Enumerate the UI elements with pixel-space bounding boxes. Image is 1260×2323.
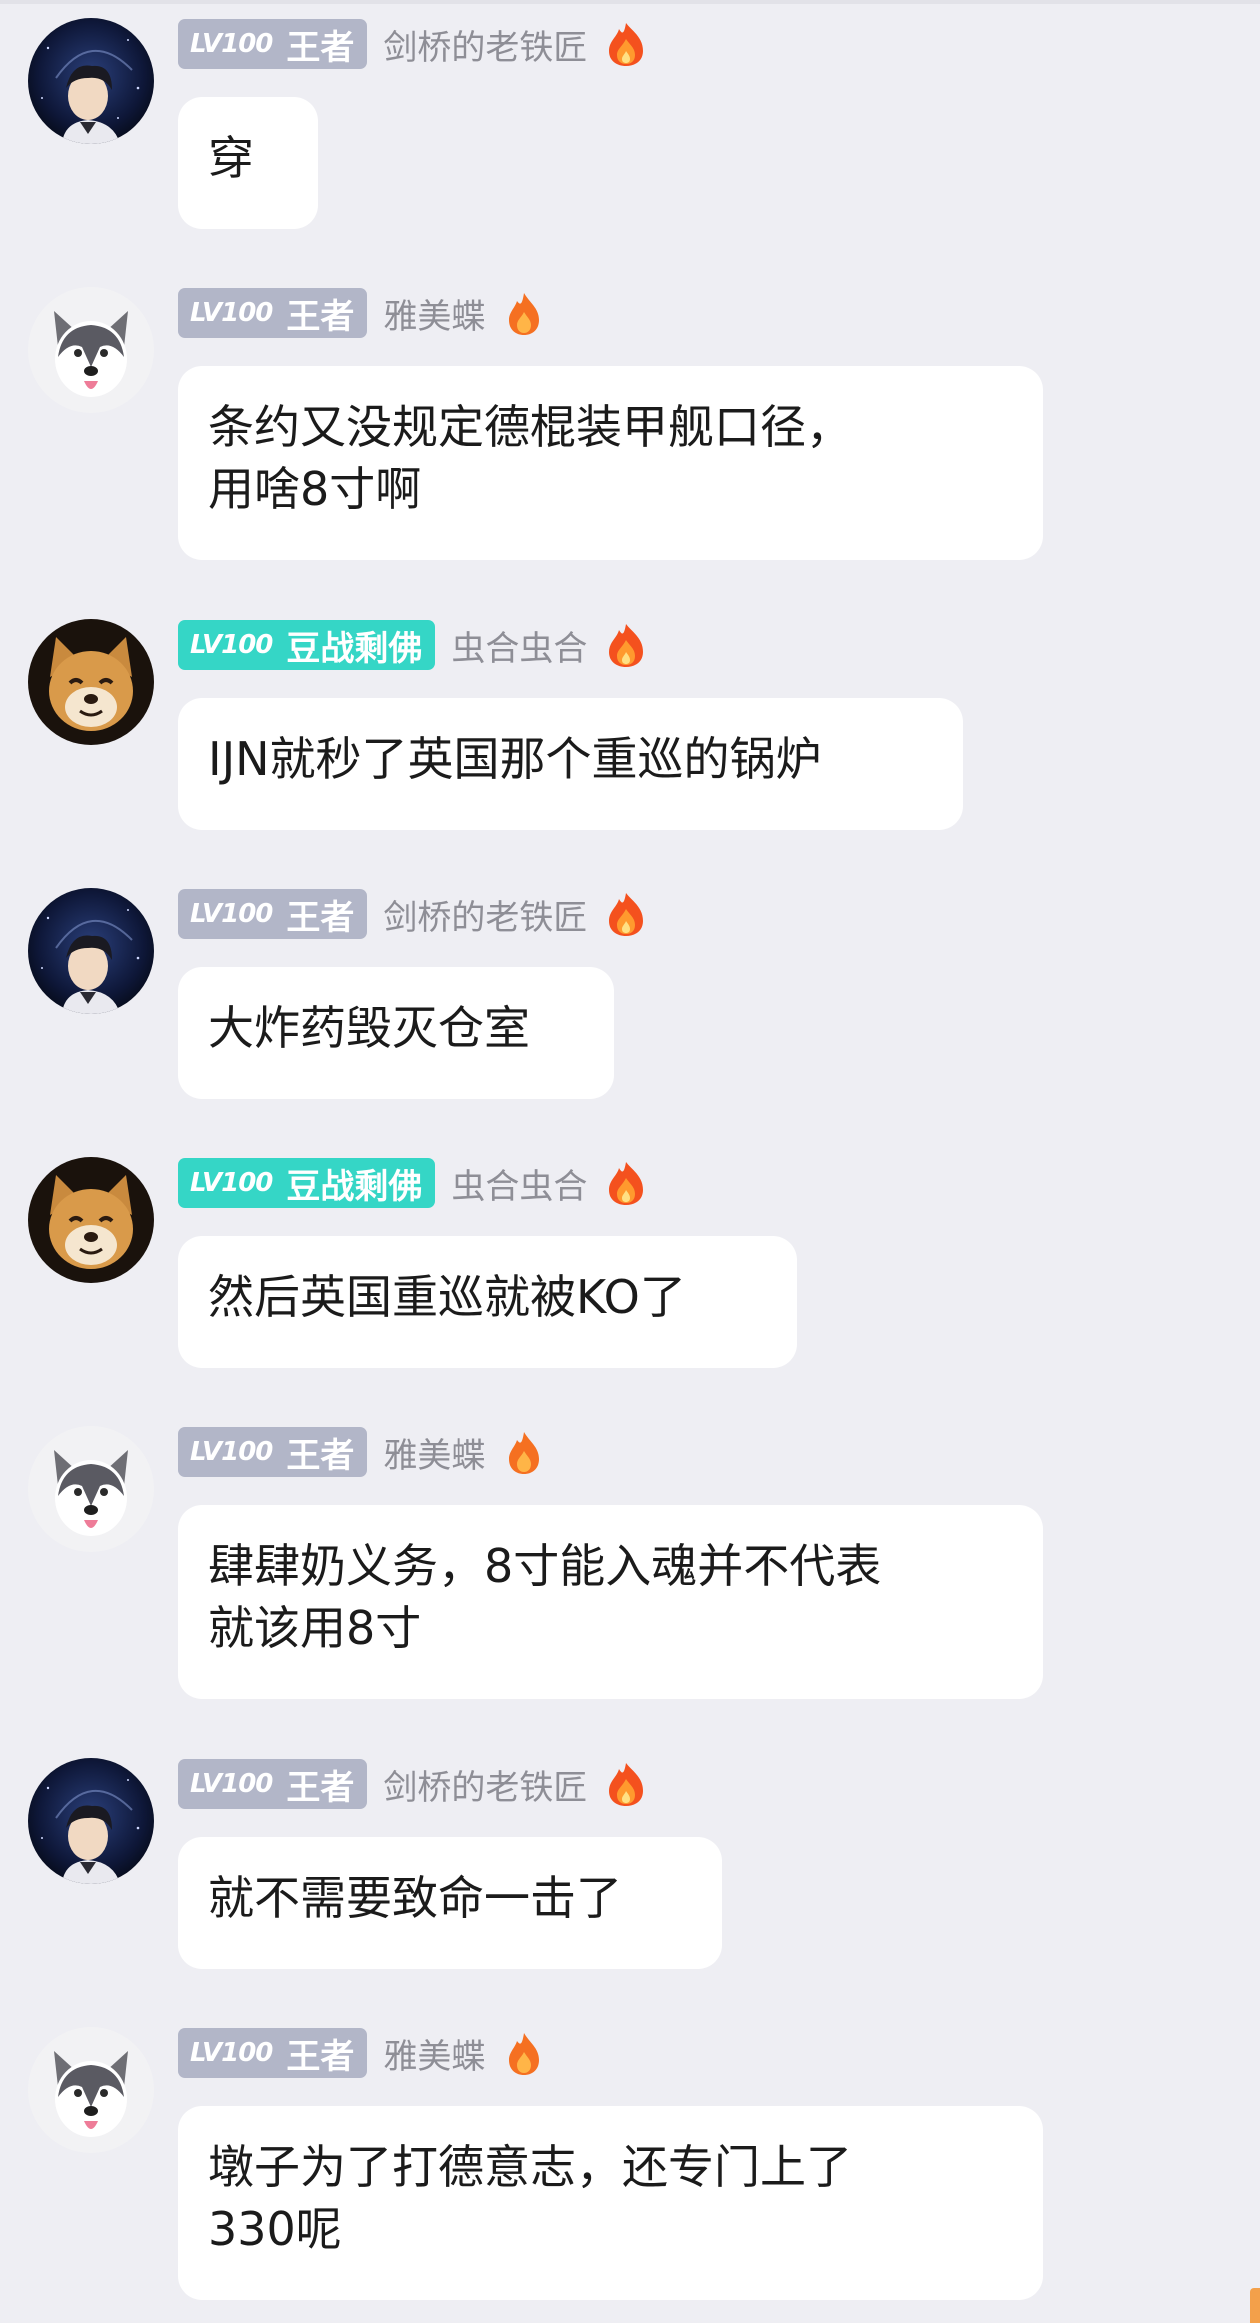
message-text: 大炸药毁灭仓室	[208, 1001, 530, 1055]
flame-small-icon	[503, 2029, 545, 2077]
flame-large-icon	[605, 621, 647, 669]
level-label: LV100	[190, 298, 273, 328]
level-badge: LV100 王者	[178, 1427, 368, 1477]
level-label: LV100	[190, 1168, 273, 1198]
message-text: IJN就秒了英国那个重巡的锅炉	[208, 732, 822, 786]
level-label: LV100	[190, 29, 273, 59]
message-header: LV100 王者 雅美蝶	[178, 2028, 545, 2078]
message-bubble[interactable]: 然后英国重巡就被KO了	[178, 1236, 797, 1368]
message-header: LV100 豆战剩佛 虫合虫合	[178, 620, 647, 670]
username[interactable]: 虫合虫合	[451, 1159, 587, 1208]
message-text-line: 用啥8寸啊	[208, 462, 422, 516]
message-bubble[interactable]: 墩子为了打德意志，还专门上了 330呢	[178, 2106, 1043, 2300]
username[interactable]: 剑桥的老铁匠	[383, 1760, 587, 1809]
message-bubble[interactable]: 肆肆奶义务，8寸能入魂并不代表 就该用8寸	[178, 1505, 1043, 1699]
level-label: LV100	[190, 899, 273, 929]
message-bubble[interactable]: 穿	[178, 97, 318, 229]
level-badge: LV100 王者	[178, 19, 368, 69]
message-text-line: 就该用8寸	[208, 1601, 422, 1655]
flame-small-icon	[503, 1428, 545, 1476]
message-text: 穿	[208, 131, 254, 185]
rank-title: 王者	[286, 1435, 355, 1476]
flame-large-icon	[605, 20, 647, 68]
shiba-avatar[interactable]	[28, 1157, 154, 1283]
message-text-line: 肆肆奶义务，8寸能入魂并不代表	[208, 1539, 882, 1593]
astronaut-avatar[interactable]	[28, 18, 154, 144]
username[interactable]: 剑桥的老铁匠	[383, 20, 587, 69]
astronaut-avatar[interactable]	[28, 888, 154, 1014]
message-text-line: 330呢	[208, 2202, 342, 2256]
rank-title: 王者	[286, 2036, 355, 2077]
rank-title: 豆战剩佛	[286, 628, 423, 669]
flame-large-icon	[605, 1159, 647, 1207]
shiba-avatar[interactable]	[28, 619, 154, 745]
message-bubble[interactable]: IJN就秒了英国那个重巡的锅炉	[178, 698, 963, 830]
rank-title: 豆战剩佛	[286, 1166, 423, 1207]
rank-title: 王者	[286, 296, 355, 337]
level-badge: LV100 王者	[178, 889, 368, 939]
message-header: LV100 王者 雅美蝶	[178, 1427, 545, 1477]
husky-avatar[interactable]	[28, 287, 154, 413]
username[interactable]: 雅美蝶	[383, 2029, 485, 2078]
scroll-indicator[interactable]	[1250, 2288, 1260, 2323]
level-label: LV100	[190, 630, 273, 660]
astronaut-avatar[interactable]	[28, 1758, 154, 1884]
message-text: 就不需要致命一击了	[208, 1871, 622, 1925]
husky-avatar[interactable]	[28, 1426, 154, 1552]
level-badge: LV100 豆战剩佛	[178, 620, 436, 670]
message-text: 然后英国重巡就被KO了	[208, 1270, 686, 1324]
message-text-line: 墩子为了打德意志，还专门上了	[208, 2140, 852, 2194]
username[interactable]: 剑桥的老铁匠	[383, 890, 587, 939]
message-bubble[interactable]: 大炸药毁灭仓室	[178, 967, 614, 1099]
rank-title: 王者	[286, 27, 355, 68]
husky-avatar[interactable]	[28, 2027, 154, 2153]
level-badge: LV100 王者	[178, 1759, 368, 1809]
rank-title: 王者	[286, 1767, 355, 1808]
message-text-line: 条约又没规定德棍装甲舰口径，	[208, 400, 852, 454]
message-header: LV100 王者 剑桥的老铁匠	[178, 19, 647, 69]
flame-small-icon	[503, 289, 545, 337]
message-bubble[interactable]: 就不需要致命一击了	[178, 1837, 722, 1969]
level-label: LV100	[190, 1437, 273, 1467]
level-label: LV100	[190, 1769, 273, 1799]
message-header: LV100 王者 雅美蝶	[178, 288, 545, 338]
username[interactable]: 雅美蝶	[383, 1428, 485, 1477]
message-header: LV100 王者 剑桥的老铁匠	[178, 889, 647, 939]
flame-large-icon	[605, 1760, 647, 1808]
level-badge: LV100 王者	[178, 288, 368, 338]
rank-title: 王者	[286, 897, 355, 938]
level-badge: LV100 豆战剩佛	[178, 1158, 436, 1208]
flame-large-icon	[605, 890, 647, 938]
chat-message-list[interactable]: LV100 王者 剑桥的老铁匠 穿 LV100 王者 雅美蝶 条约又没规定德棍装…	[0, 0, 1260, 2323]
message-bubble[interactable]: 条约又没规定德棍装甲舰口径， 用啥8寸啊	[178, 366, 1043, 560]
level-label: LV100	[190, 2038, 273, 2068]
username[interactable]: 虫合虫合	[451, 621, 587, 670]
message-header: LV100 豆战剩佛 虫合虫合	[178, 1158, 647, 1208]
message-header: LV100 王者 剑桥的老铁匠	[178, 1759, 647, 1809]
username[interactable]: 雅美蝶	[383, 289, 485, 338]
level-badge: LV100 王者	[178, 2028, 368, 2078]
